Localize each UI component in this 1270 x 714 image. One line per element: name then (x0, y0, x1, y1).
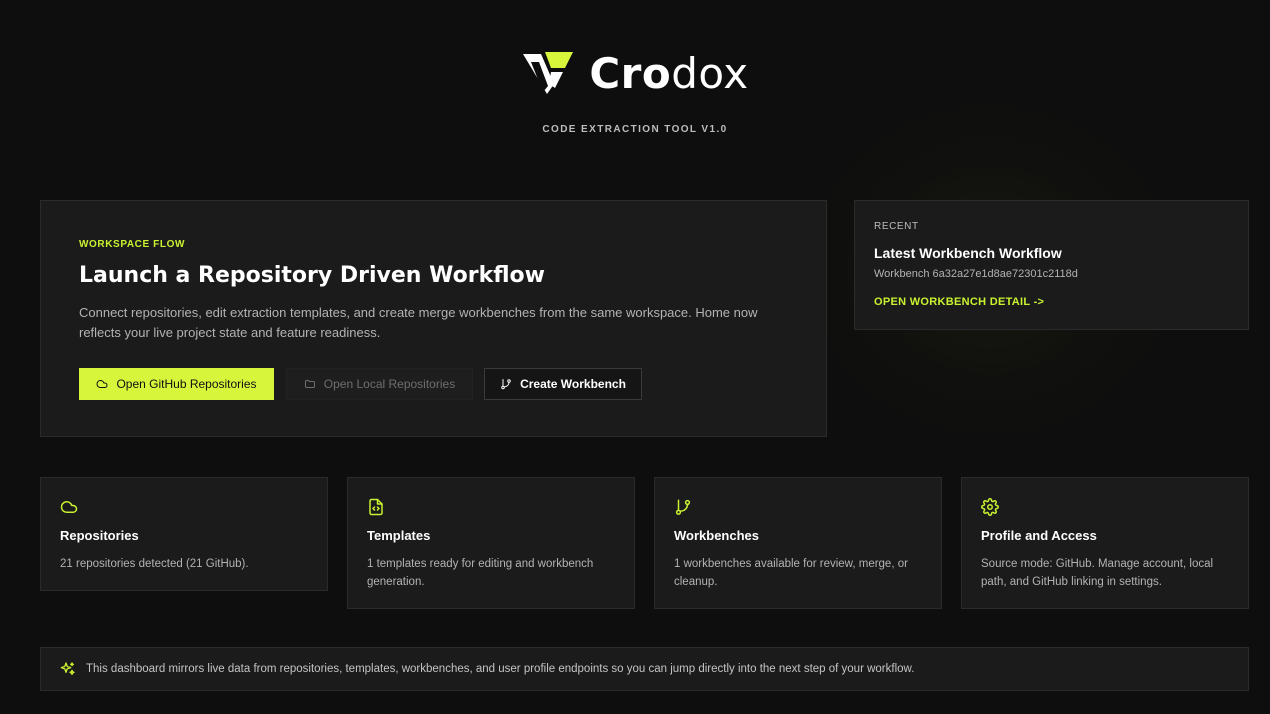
folder-icon (304, 380, 315, 388)
hero-title: Launch a Repository Driven Workflow (79, 263, 545, 288)
feature-description: 1 templates ready for editing and workbe… (367, 558, 594, 588)
recent-workbench-id: Workbench 6a32a27e1d8ae72301c2118d (874, 268, 1078, 280)
feature-card-templates[interactable]: Templates 1 templates ready for editing … (347, 477, 635, 609)
crodox-logo-icon (523, 52, 574, 94)
open-github-repositories-label: Open GitHub Repositories (116, 377, 257, 391)
app-subtitle: CODE EXTRACTION TOOL V1.0 (542, 124, 728, 135)
brand-name-light: dox (671, 48, 749, 98)
brand-logo: Crodox (0, 48, 1270, 98)
recent-workbench-card: RECENT Latest Workbench Workflow Workben… (854, 200, 1249, 330)
recent-eyebrow: RECENT (874, 221, 919, 232)
feature-description: Source mode: GitHub. Manage account, loc… (981, 558, 1214, 588)
workspace-flow-card: WORKSPACE FLOW Launch a Repository Drive… (40, 200, 827, 437)
home-page: Crodox CODE EXTRACTION TOOL V1.0 WORKSPA… (0, 0, 1270, 714)
cloud-icon (60, 501, 78, 513)
feature-card-repositories[interactable]: Repositories 21 repositories detected (2… (40, 477, 328, 591)
feature-description: 21 repositories detected (21 GitHub). (60, 558, 249, 570)
git-branch-icon (501, 379, 511, 390)
feature-title: Workbenches (674, 528, 760, 543)
file-code-icon (369, 498, 383, 516)
brand-name-bold: Cro (589, 48, 672, 98)
feature-card-profile-and-access[interactable]: Profile and Access Source mode: GitHub. … (961, 477, 1249, 609)
dashboard-info-text: This dashboard mirrors live data from re… (86, 663, 915, 675)
git-branch-icon (675, 499, 691, 515)
gear-icon (981, 498, 999, 516)
sparkles-icon (60, 662, 75, 675)
dashboard-info-note: This dashboard mirrors live data from re… (40, 647, 1249, 691)
feature-description: 1 workbenches available for review, merg… (674, 558, 908, 588)
create-workbench-button[interactable]: Create Workbench (484, 368, 642, 400)
hero-eyebrow: WORKSPACE FLOW (79, 239, 185, 250)
create-workbench-label: Create Workbench (520, 377, 626, 391)
feature-title: Repositories (60, 528, 139, 543)
brand-wordmark: Crodox (589, 49, 748, 98)
feature-title: Templates (367, 528, 431, 543)
open-local-repositories-label: Open Local Repositories (323, 377, 456, 391)
open-workbench-detail-link[interactable]: OPEN WORKBENCH DETAIL -> (874, 296, 1044, 308)
open-local-repositories-button[interactable]: Open Local Repositories (286, 368, 473, 400)
open-github-repositories-button[interactable]: Open GitHub Repositories (79, 368, 274, 400)
cloud-icon (97, 380, 108, 388)
hero-description: Connect repositories, edit extraction te… (79, 305, 758, 340)
feature-title: Profile and Access (981, 528, 1097, 543)
feature-card-workbenches[interactable]: Workbenches 1 workbenches available for … (654, 477, 942, 609)
recent-title: Latest Workbench Workflow (874, 245, 1062, 261)
